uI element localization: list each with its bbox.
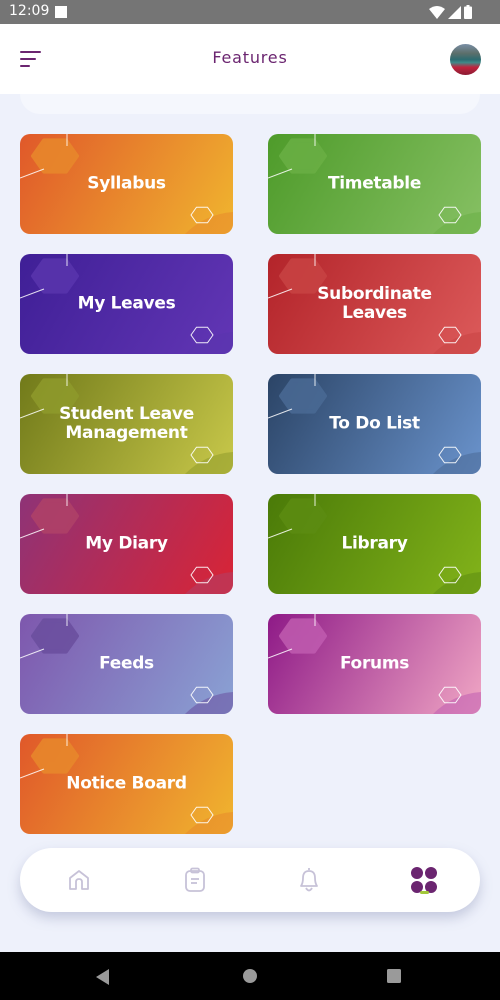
feature-card-student-leave-management[interactable]: Student Leave Management <box>20 374 233 474</box>
signal-icon <box>448 6 461 19</box>
feature-card-label: Student Leave Management <box>59 404 194 443</box>
feature-card-syllabus[interactable]: Syllabus <box>20 134 233 234</box>
hexagon-blob-icon <box>31 498 79 534</box>
nav-notifications[interactable] <box>291 862 327 898</box>
feature-card-label: My Leaves <box>77 293 176 314</box>
wifi-icon <box>429 6 445 19</box>
hexagon-blob-icon <box>31 738 79 774</box>
bottom-navigation <box>20 848 480 912</box>
feature-card-label: Feeds <box>99 653 154 674</box>
feature-card-subordinate-leaves[interactable]: Subordinate Leaves <box>268 254 481 354</box>
battery-icon <box>464 5 472 19</box>
hexagon-outline-icon <box>190 206 214 224</box>
status-bar: 12:09 <box>0 0 500 24</box>
page-title: Features <box>212 48 288 67</box>
home-icon <box>69 870 89 890</box>
hexagon-outline-icon <box>438 446 462 464</box>
home-button-icon[interactable] <box>242 968 258 984</box>
hexagon-outline-icon <box>190 566 214 584</box>
feature-card-label: Forums <box>339 653 410 674</box>
grid-icon <box>411 867 437 893</box>
clipboard-icon <box>185 867 205 892</box>
app-header: Features <box>0 24 500 94</box>
corner-wave-shape <box>185 332 233 354</box>
corner-wave-shape <box>433 452 481 474</box>
hexagon-blob-icon <box>279 498 327 534</box>
feature-card-my-diary[interactable]: My Diary <box>20 494 233 594</box>
user-avatar[interactable] <box>450 44 481 75</box>
feature-card-timetable[interactable]: Timetable <box>268 134 481 234</box>
feature-card-to-do-list[interactable]: To Do List <box>268 374 481 474</box>
hexagon-outline-icon <box>438 326 462 344</box>
hexagon-outline-icon <box>190 686 214 704</box>
feature-card-notice-board[interactable]: Notice Board <box>20 734 233 834</box>
feature-card-label: Syllabus <box>87 173 166 194</box>
corner-wave-shape <box>433 572 481 594</box>
corner-wave-shape <box>185 572 233 594</box>
back-icon[interactable] <box>95 968 111 986</box>
hexagon-blob-icon <box>31 258 79 294</box>
feature-card-feeds[interactable]: Feeds <box>20 614 233 714</box>
hexagon-outline-icon <box>438 566 462 584</box>
hexagon-outline-icon <box>190 446 214 464</box>
feature-card-forums[interactable]: Forums <box>268 614 481 714</box>
corner-wave-shape <box>185 812 233 834</box>
notification-icon <box>55 6 67 18</box>
corner-wave-shape <box>185 452 233 474</box>
status-time: 12:09 <box>9 3 50 19</box>
hexagon-outline-icon <box>190 326 214 344</box>
recents-icon[interactable] <box>386 968 402 984</box>
feature-card-label: Subordinate Leaves <box>317 284 432 323</box>
feature-card-label: Notice Board <box>66 773 187 794</box>
hexagon-blob-icon <box>279 138 327 174</box>
hexagon-blob-icon <box>31 138 79 174</box>
feature-card-label: My Diary <box>85 533 168 554</box>
hexagon-outline-icon <box>438 686 462 704</box>
system-navigation-bar <box>0 952 500 1000</box>
hexagon-blob-icon <box>279 378 327 414</box>
hexagon-blob-icon <box>279 618 327 654</box>
hexagon-outline-icon <box>438 206 462 224</box>
corner-wave-shape <box>433 212 481 234</box>
bell-icon <box>300 868 318 892</box>
nav-home[interactable] <box>61 862 97 898</box>
header-shadow-strip <box>20 94 480 114</box>
hexagon-outline-icon <box>190 806 214 824</box>
feature-card-label: To Do List <box>329 413 420 434</box>
corner-wave-shape <box>433 332 481 354</box>
nav-tasks[interactable] <box>177 862 213 898</box>
corner-wave-shape <box>185 692 233 714</box>
hexagon-blob-icon <box>31 618 79 654</box>
feature-card-my-leaves[interactable]: My Leaves <box>20 254 233 354</box>
status-icons <box>429 5 472 19</box>
corner-wave-shape <box>433 692 481 714</box>
feature-card-label: Library <box>341 533 408 554</box>
active-tab-indicator <box>420 891 429 894</box>
feature-card-library[interactable]: Library <box>268 494 481 594</box>
corner-wave-shape <box>185 212 233 234</box>
feature-card-label: Timetable <box>327 173 422 194</box>
